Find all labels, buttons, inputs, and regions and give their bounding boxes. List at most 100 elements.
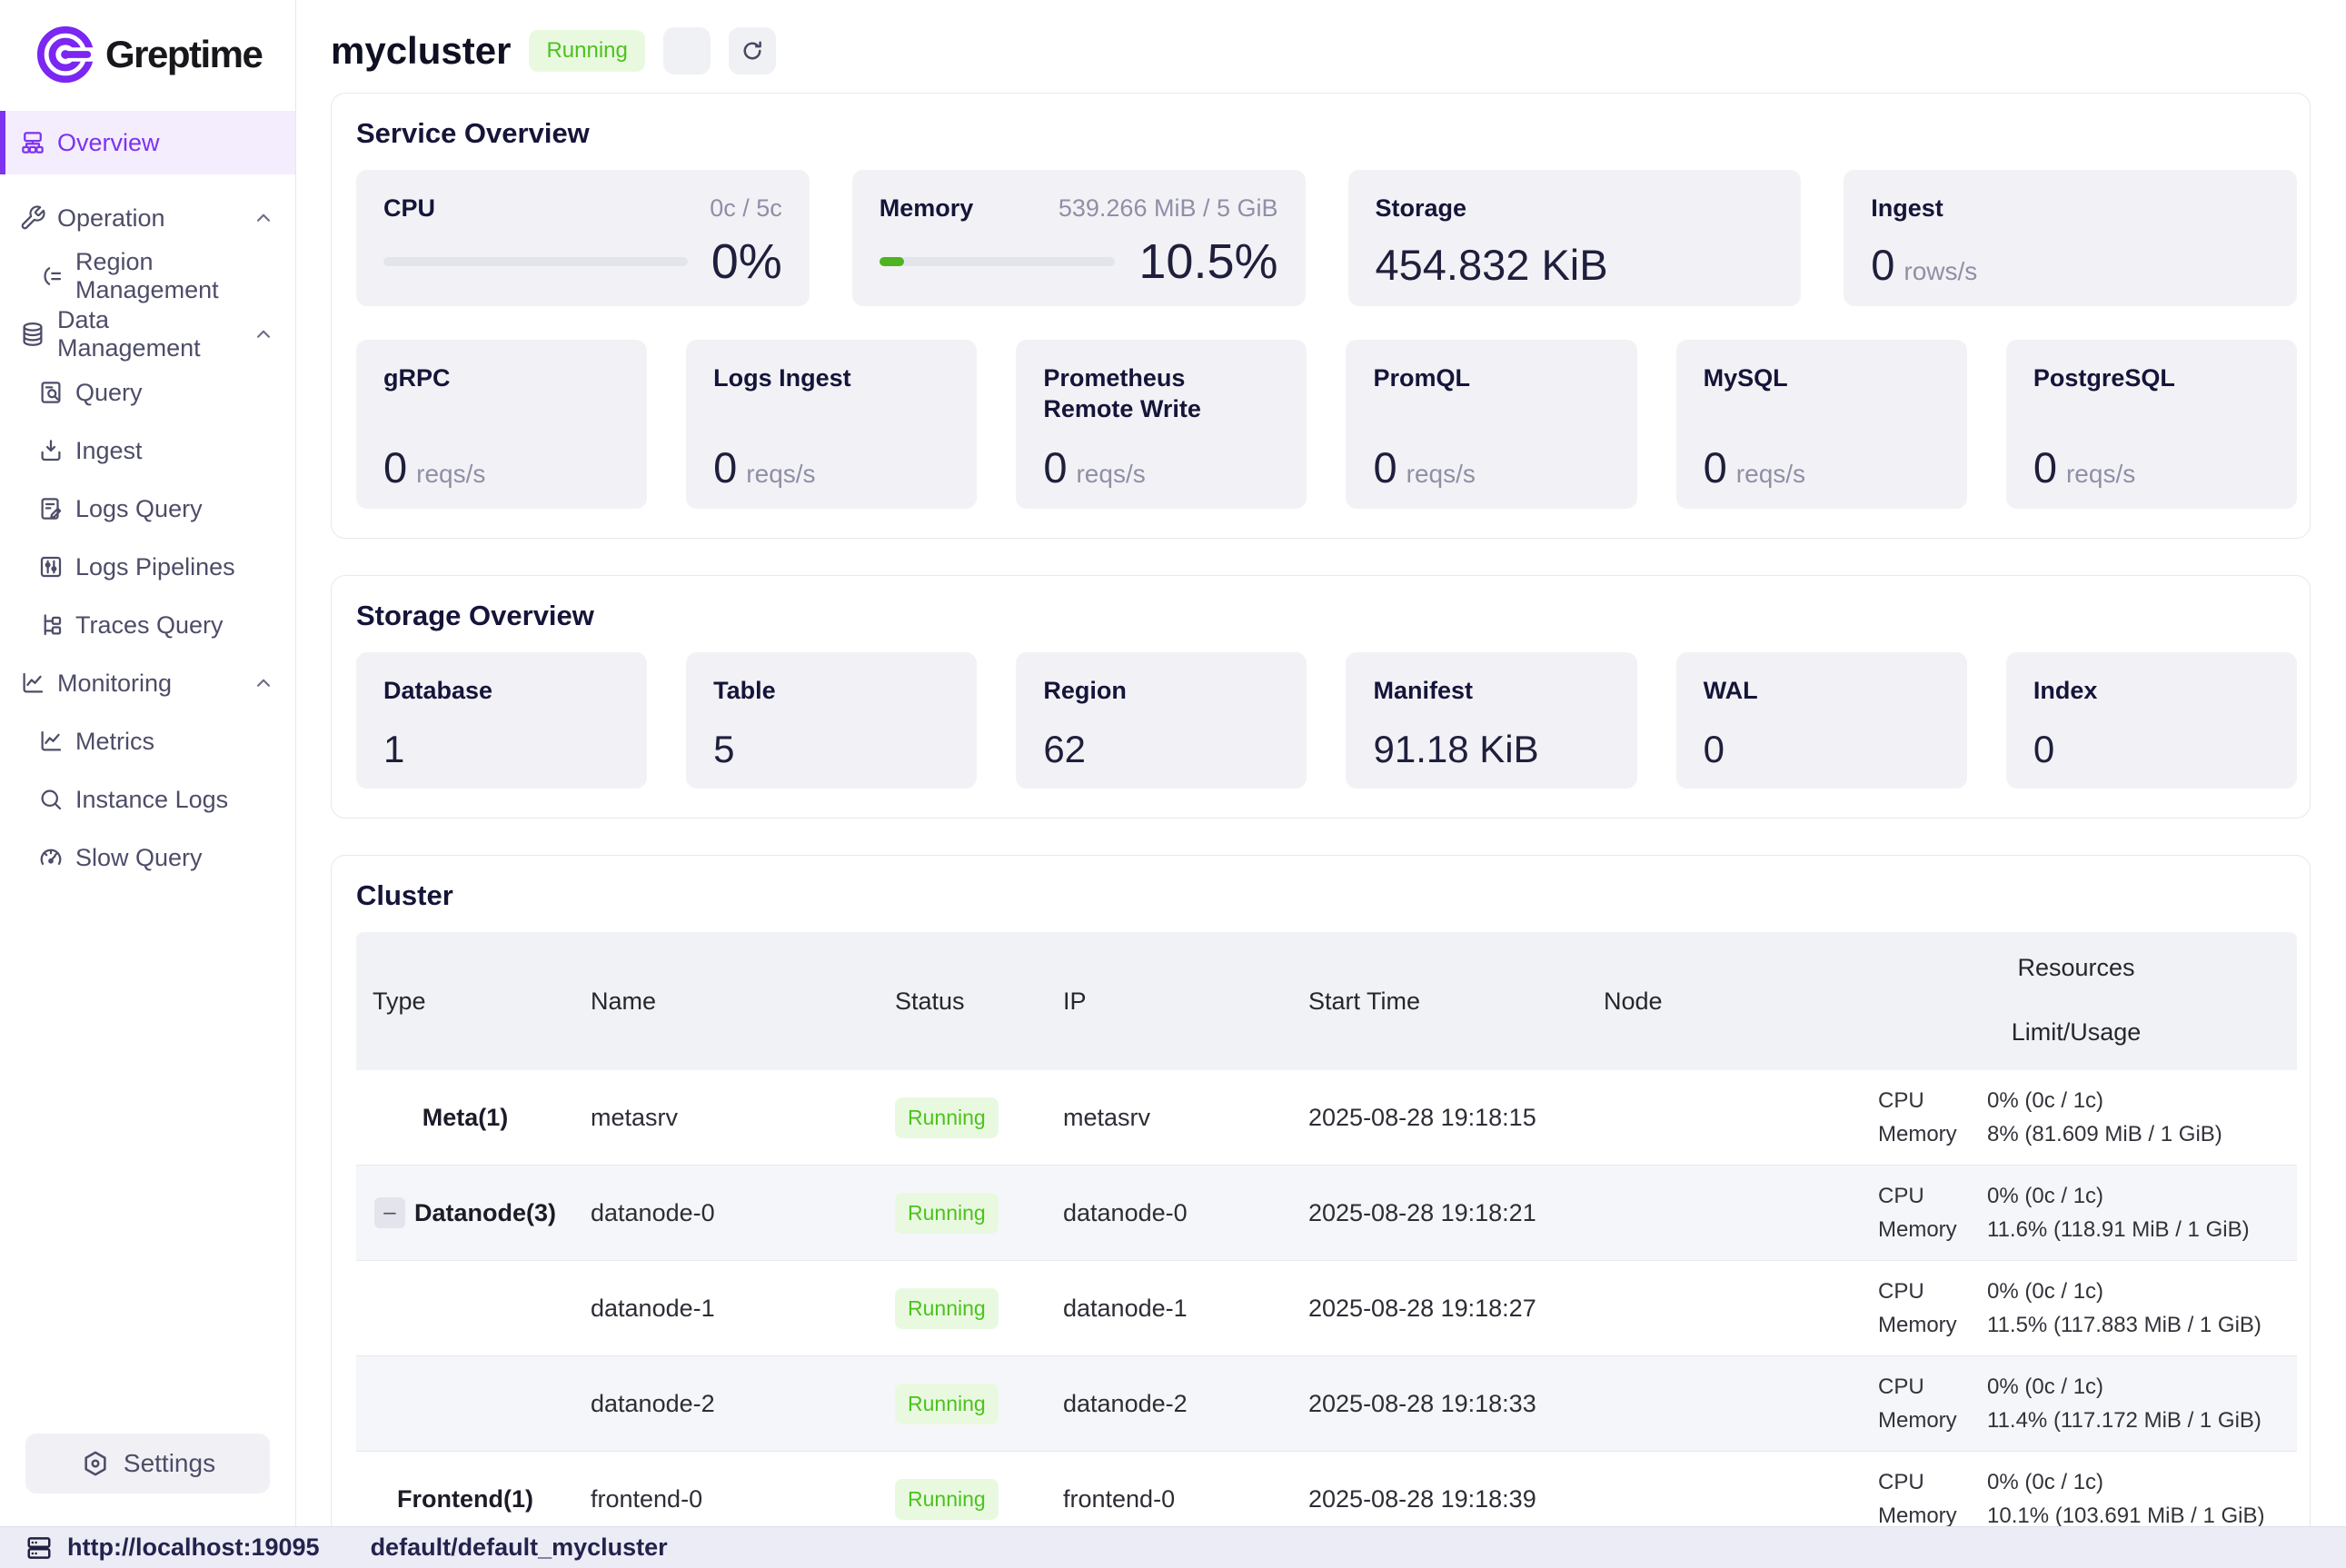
- rate-card-logs-ingest: Logs Ingest0reqs/s: [686, 340, 977, 509]
- page-header: mycluster Running: [297, 0, 2346, 93]
- rate-card-label: Logs Ingest: [713, 363, 949, 394]
- table-row-metasrv: Meta(1)metasrvRunningmetasrv2025-08-28 1…: [356, 1070, 2297, 1166]
- cluster-panel: Cluster Type Name Status IP Start Time N…: [331, 855, 2311, 1526]
- storage-card-region: Region62: [1016, 652, 1307, 789]
- sidebar: Greptime Overview Operation Region Managem…: [0, 0, 296, 1526]
- sidebar-item-data-management[interactable]: Data Management: [0, 305, 295, 363]
- cell-name: datanode-2: [574, 1390, 879, 1418]
- memory-resource-label: Memory: [1878, 1122, 1987, 1147]
- table-row-datanode-1: datanode-1Runningdatanode-12025-08-28 19…: [356, 1261, 2297, 1356]
- status-badge: Running: [895, 1193, 999, 1234]
- status-bar: http://localhost:19095 default/default_m…: [0, 1526, 2346, 1568]
- sidebar-item-operation[interactable]: Operation: [0, 189, 295, 247]
- cpu-label: CPU: [383, 194, 435, 224]
- chevron-up-icon[interactable]: [252, 206, 275, 230]
- content-scroll-area[interactable]: Service Overview CPU 0c / 5c 0%: [297, 93, 2346, 1526]
- sidebar-item-slow-query[interactable]: Slow Query: [0, 829, 295, 887]
- chevron-up-icon[interactable]: [252, 323, 275, 346]
- rate-card-label: MySQL: [1704, 363, 1940, 394]
- ingest-value: 0: [1871, 243, 1894, 286]
- service-overview-title: Service Overview: [356, 117, 2297, 150]
- cpu-resource-label: CPU: [1878, 1184, 1987, 1209]
- rate-card-unit: reqs/s: [2066, 460, 2135, 489]
- cell-start-time: 2025-08-28 19:18:39: [1292, 1485, 1587, 1513]
- sidebar-item-label: Traces Query: [75, 611, 224, 640]
- cell-ip: frontend-0: [1047, 1485, 1292, 1513]
- cpu-resource-label: CPU: [1878, 1088, 1987, 1114]
- memory-resource-value: 11.6% (118.91 MiB / 1 GiB): [1987, 1217, 2250, 1243]
- sidebar-item-logs-pipelines[interactable]: Logs Pipelines: [0, 538, 295, 596]
- node-type-label: Meta(1): [422, 1104, 509, 1132]
- sidebar-item-label: Operation: [57, 204, 165, 233]
- cell-ip: datanode-2: [1047, 1390, 1292, 1418]
- storage-card-value: 91.18 KiB: [1373, 730, 1538, 769]
- rate-card-promql: PromQL0reqs/s: [1346, 340, 1636, 509]
- cell-resources: CPU0% (0c / 1c)Memory11.5% (117.883 MiB …: [1855, 1279, 2297, 1338]
- storage-card-database: Database1: [356, 652, 647, 789]
- sidebar-item-traces-query[interactable]: Traces Query: [0, 596, 295, 654]
- gear-icon: [80, 1448, 111, 1479]
- refresh-icon: [739, 37, 766, 65]
- sidebar-item-instance-logs[interactable]: Instance Logs: [0, 770, 295, 829]
- database-icon: [18, 320, 47, 349]
- storage-card-value: 5: [713, 730, 734, 769]
- refresh-button[interactable]: [729, 27, 776, 74]
- rate-card-unit: reqs/s: [416, 460, 485, 489]
- cell-start-time: 2025-08-28 19:18:33: [1292, 1390, 1587, 1418]
- sidebar-item-label: Monitoring: [57, 670, 172, 698]
- table-row-datanode-2: datanode-2Runningdatanode-22025-08-28 19…: [356, 1356, 2297, 1452]
- rate-card-value: 0: [2033, 446, 2057, 489]
- region-icon: [36, 262, 65, 291]
- cell-type: Meta(1): [356, 1104, 574, 1132]
- sidebar-item-monitoring[interactable]: Monitoring: [0, 654, 295, 712]
- rate-card-value: 0: [1704, 446, 1727, 489]
- ingest-icon: [36, 436, 65, 465]
- cpu-limit: 0c / 5c: [710, 194, 782, 223]
- cluster-status-badge: Running: [529, 30, 644, 72]
- cpu-card: CPU 0c / 5c 0%: [356, 170, 810, 306]
- sidebar-item-logs-query[interactable]: Logs Query: [0, 480, 295, 538]
- chevron-up-icon[interactable]: [252, 671, 275, 695]
- cpu-resource-label: CPU: [1878, 1279, 1987, 1305]
- node-type-label: Frontend(1): [397, 1485, 533, 1513]
- sidebar-item-overview[interactable]: Overview: [0, 111, 295, 174]
- cluster-table: Type Name Status IP Start Time Node Reso…: [356, 932, 2297, 1526]
- storage-overview-title: Storage Overview: [356, 600, 2297, 632]
- cpu-resource-value: 0% (0c / 1c): [1987, 1279, 2103, 1305]
- rate-card-mysql: MySQL0reqs/s: [1676, 340, 1967, 509]
- rate-card-postgresql: PostgreSQL0reqs/s: [2006, 340, 2297, 509]
- sidebar-item-query[interactable]: Query: [0, 363, 295, 422]
- logsquery-icon: [36, 494, 65, 523]
- settings-button[interactable]: Settings: [25, 1434, 270, 1494]
- rate-card-value: 0: [713, 446, 737, 489]
- memory-label: Memory: [880, 194, 974, 224]
- sidebar-item-metrics[interactable]: Metrics: [0, 712, 295, 770]
- blank-action-button[interactable]: [663, 27, 711, 74]
- storage-overview-panel: Storage Overview Database1Table5Region62…: [331, 575, 2311, 819]
- sidebar-item-region-management[interactable]: Region Management: [0, 247, 295, 305]
- cell-status: Running: [879, 1193, 1047, 1234]
- gauge-icon: [36, 843, 65, 872]
- brand-logo[interactable]: Greptime: [0, 0, 295, 111]
- storage-stat-grid: Database1Table5Region62Manifest91.18 KiB…: [356, 652, 2297, 789]
- memory-resource-label: Memory: [1878, 1503, 1987, 1527]
- cell-type: –Datanode(3): [356, 1197, 574, 1228]
- sidebar-item-ingest[interactable]: Ingest: [0, 422, 295, 480]
- cluster-icon: [18, 128, 47, 157]
- cpu-resource-value: 0% (0c / 1c): [1987, 1184, 2103, 1209]
- status-badge: Running: [895, 1479, 999, 1520]
- sidebar-item-label: Query: [75, 379, 143, 407]
- storage-card-value: 1: [383, 730, 404, 769]
- storage-card-manifest: Manifest91.18 KiB: [1346, 652, 1636, 789]
- collapse-row-button[interactable]: –: [374, 1197, 405, 1228]
- sidebar-item-label: Logs Query: [75, 495, 203, 523]
- rate-card-value: 0: [1043, 446, 1067, 489]
- cell-name: frontend-0: [574, 1485, 879, 1513]
- table-row-datanode-0: –Datanode(3)datanode-0Runningdatanode-02…: [356, 1166, 2297, 1261]
- memory-resource-label: Memory: [1878, 1217, 1987, 1243]
- cell-status: Running: [879, 1384, 1047, 1424]
- chart-icon: [18, 669, 47, 698]
- server-url[interactable]: http://localhost:19095: [67, 1533, 320, 1562]
- current-database[interactable]: default/default_mycluster: [371, 1533, 668, 1562]
- sidebar-item-label: Logs Pipelines: [75, 553, 235, 581]
